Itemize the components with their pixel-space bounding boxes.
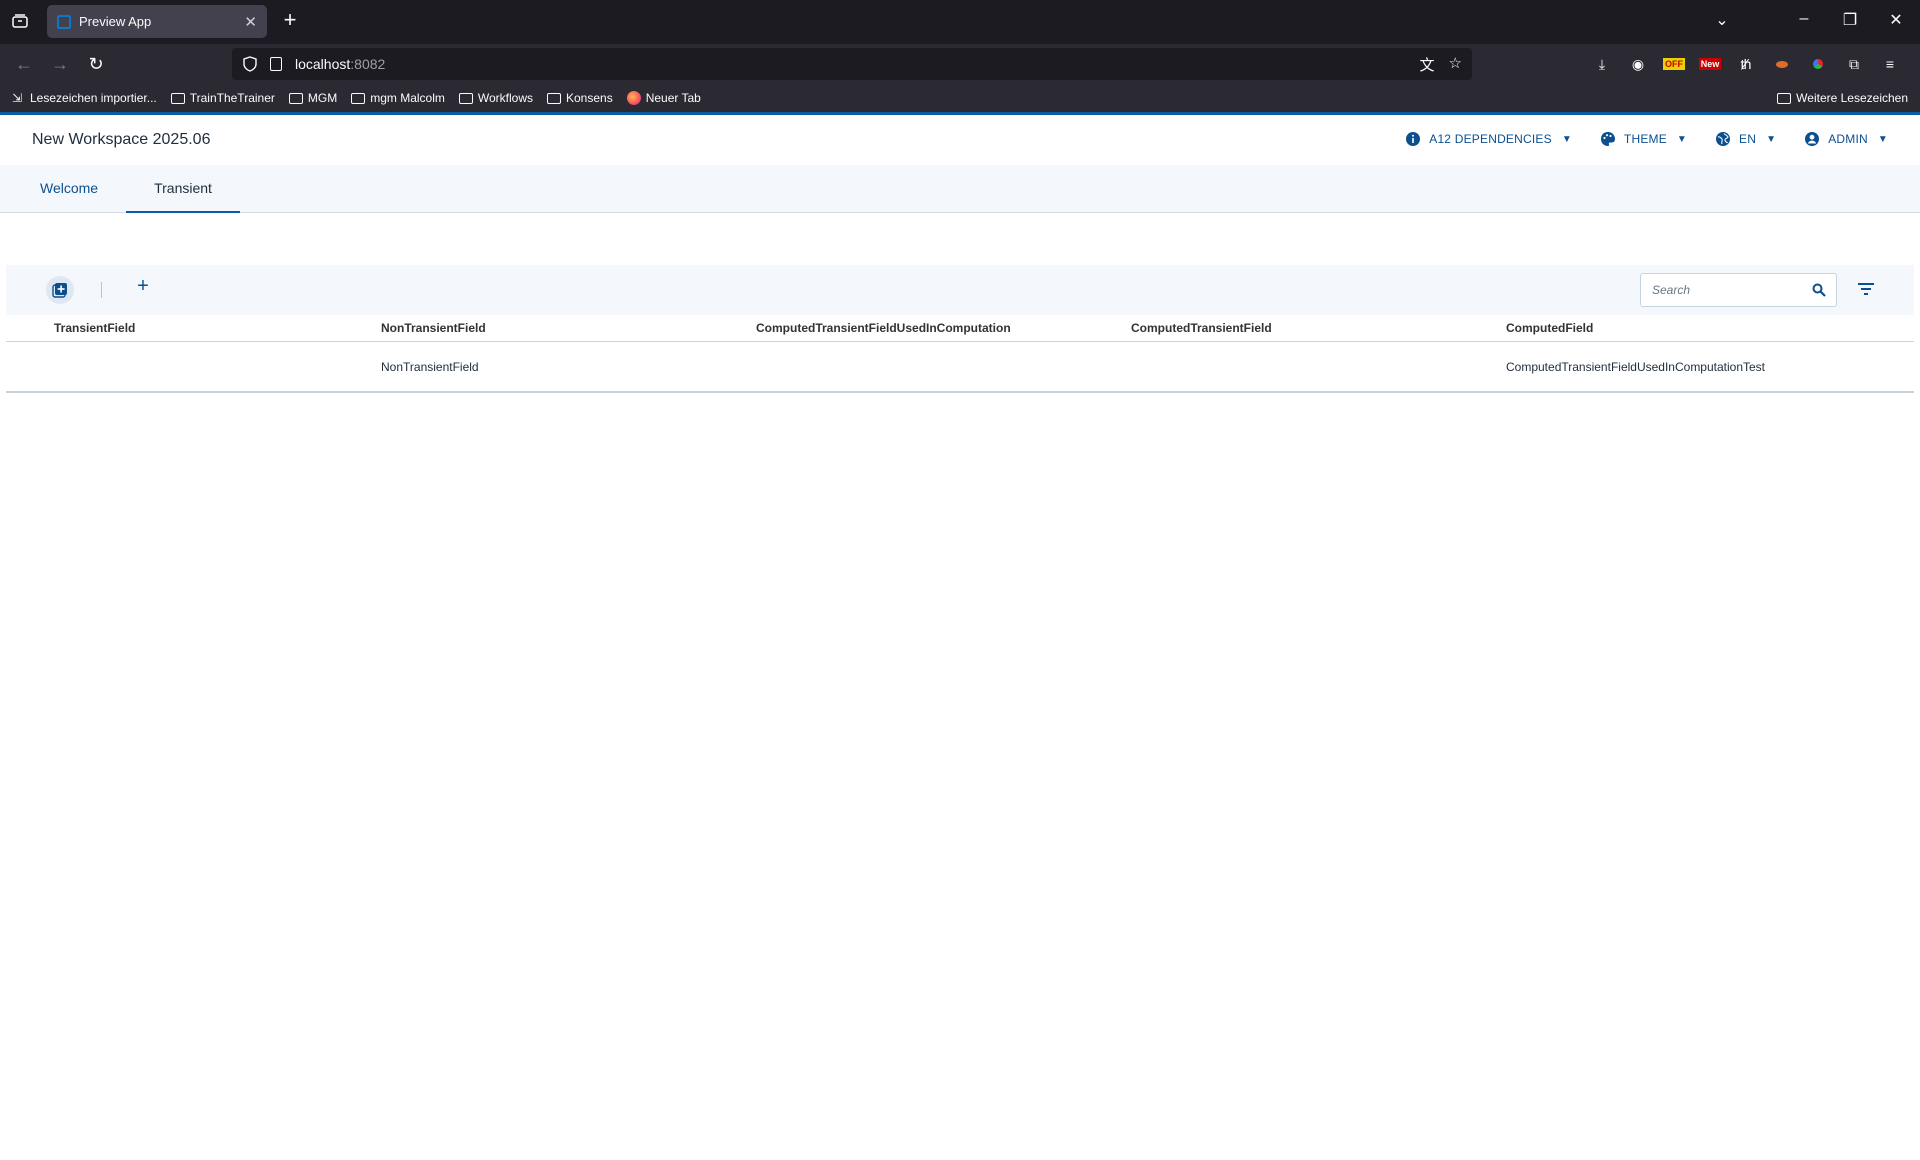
user-avatar-icon [1805,132,1820,146]
bookmark-folder-konsens[interactable]: Konsens [547,91,613,105]
grid-toolbar: + [6,265,1914,315]
user-menu[interactable]: ADMIN ▼ [1804,131,1888,147]
close-window-button[interactable]: ✕ [1884,10,1908,30]
bookmark-folder-workflows[interactable]: Workflows [458,91,533,105]
language-menu[interactable]: EN ▼ [1715,131,1776,147]
tab-close-icon[interactable]: ✕ [244,13,257,31]
url-host: localhost [295,56,351,72]
browser-tab-bar: Preview App ✕ + ⌄ – ❐ ✕ [0,0,1920,44]
module-tabs: Welcome Transient [0,165,1920,213]
minimize-window-button[interactable]: – [1792,10,1816,28]
tracking-shield-icon[interactable] [242,56,258,72]
folder-icon [1777,92,1792,104]
bookmark-neuer-tab[interactable]: Neuer Tab [626,91,701,105]
add-document-button[interactable] [46,276,74,304]
tab-transient[interactable]: Transient [126,165,240,213]
browser-tab-preview-app[interactable]: Preview App ✕ [47,5,267,38]
info-icon [1406,132,1421,146]
add-document-icon [52,283,67,298]
bookmark-folder-trainthetrainer[interactable]: TrainTheTrainer [170,91,275,105]
reload-icon[interactable]: ↻ [84,52,108,76]
bookmark-import[interactable]: ⇲ Lesezeichen importier... [12,91,157,105]
header-menu: A12 DEPENDENCIES ▼ THEME ▼ EN ▼ ADMIN ▼ [1405,131,1888,147]
chevron-down-icon: ▼ [1766,133,1777,145]
tab-welcome[interactable]: Welcome [12,165,126,213]
column-header-computedtransientfield[interactable]: ComputedTransientField [1131,321,1506,335]
table-cell: ComputedTransientFieldUsedInComputationT… [1506,359,1766,374]
panel-spacer [6,215,1914,265]
chevron-down-icon: ▼ [1676,133,1688,145]
bookmark-star-icon[interactable]: ☆ [1449,54,1462,75]
column-header-computedfield[interactable]: ComputedField [1506,321,1881,335]
extension-eye-icon[interactable] [1770,52,1794,76]
folder-icon [288,92,303,104]
forward-arrow-icon[interactable]: → [48,52,72,76]
extension-text-icon[interactable]: ᵺ [1734,52,1758,76]
app-favicon-icon [57,14,71,29]
toolbar-divider [101,282,102,298]
chevron-down-icon: ▼ [1561,133,1572,145]
folder-icon [351,92,366,104]
browser-navigation-bar: ← → ↻ localhost:8082 文 ☆ ⤓ ◉ OFF New ᵺ ⧉… [0,44,1920,84]
account-icon[interactable]: ◉ [1626,52,1650,76]
theme-menu[interactable]: THEME ▼ [1600,131,1687,147]
folder-icon [547,92,561,104]
search-field[interactable] [1640,273,1837,307]
bookmark-folder-more[interactable]: Weitere Lesezeichen [1777,91,1908,105]
search-icon[interactable] [1812,283,1826,297]
chevron-down-icon: ▼ [1877,133,1888,145]
search-input[interactable] [1652,283,1812,297]
column-header-computedtransientfieldusedincomputation[interactable]: ComputedTransientFieldUsedInComputation [756,321,1131,335]
tab-list-icon[interactable] [8,9,32,33]
app-page: New Workspace 2025.06 A12 DEPENDENCIES ▼… [0,112,1920,1160]
bookmark-folder-mgm-malcolm[interactable]: mgm Malcolm [351,91,445,105]
column-header-nontransientfield[interactable]: NonTransientField [381,321,756,335]
overview-panel: + TransientField NonTransientField Compu… [6,215,1914,1160]
page-info-icon[interactable] [270,57,282,71]
extension-color-icon[interactable] [1806,52,1830,76]
data-grid: TransientField NonTransientField Compute… [6,315,1914,393]
downloads-icon[interactable]: ⤓ [1590,52,1614,76]
extension-new-icon[interactable]: New [1698,52,1722,76]
a12-dependencies-menu[interactable]: A12 DEPENDENCIES ▼ [1405,131,1572,147]
workspace-title: New Workspace 2025.06 [32,131,211,148]
toolbar-extensions: ⤓ ◉ OFF New ᵺ ⧉ ≡ [1590,52,1902,76]
translate-icon[interactable]: 文 [1420,54,1435,75]
palette-icon [1600,132,1615,146]
column-header-transientfield[interactable]: TransientField [6,321,381,335]
folder-icon [170,92,185,104]
table-row[interactable]: NonTransientField ComputedTransientField… [6,342,1914,393]
new-tab-button[interactable]: + [278,9,302,33]
app-menu-icon[interactable]: ≡ [1878,52,1902,76]
table-cell: NonTransientField [381,359,479,374]
globe-icon [1716,132,1731,146]
add-row-plus-icon[interactable]: + [133,275,153,298]
folder-icon [458,92,473,104]
restore-window-button[interactable]: ❐ [1838,10,1862,30]
firefox-icon [626,91,641,105]
filter-icon[interactable] [1857,280,1875,298]
bookmarks-toolbar: ⇲ Lesezeichen importier... TrainTheTraine… [0,84,1920,112]
grid-header-row: TransientField NonTransientField Compute… [6,315,1914,342]
extensions-puzzle-icon[interactable]: ⧉ [1842,52,1866,76]
import-icon: ⇲ [12,91,23,105]
back-arrow-icon[interactable]: ← [12,52,36,76]
address-bar[interactable]: localhost:8082 文 ☆ [232,48,1472,80]
browser-tab-title: Preview App [79,14,152,29]
url-port: :8082 [350,56,386,72]
extension-off-icon[interactable]: OFF [1662,52,1686,76]
tab-overflow-chevron-icon[interactable]: ⌄ [1710,10,1734,30]
bookmark-folder-mgm[interactable]: MGM [288,91,337,105]
